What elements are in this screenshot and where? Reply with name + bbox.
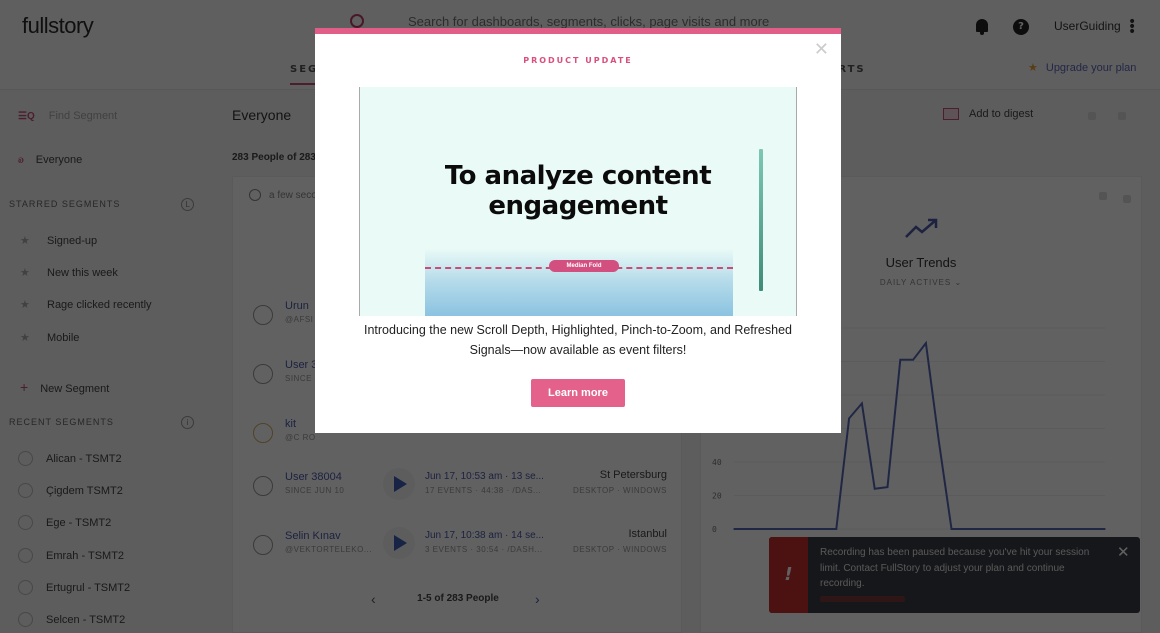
product-update-modal: ✕ PRODUCT UPDATE To analyze content engag…	[315, 28, 841, 433]
hero-title-line1: To analyze content	[444, 161, 712, 191]
hero-title: To analyze content engagement	[360, 161, 796, 221]
median-fold-label: Median Fold	[549, 260, 619, 272]
hero-title-line2: engagement	[488, 191, 668, 221]
modal-body-text: Introducing the new Scroll Depth, Highli…	[363, 323, 792, 357]
modal-kicker: PRODUCT UPDATE	[523, 56, 633, 65]
learn-more-button[interactable]: Learn more	[531, 379, 625, 407]
hero-image: To analyze content engagement Median Fold	[359, 87, 797, 316]
scroll-depth-bar	[759, 149, 763, 291]
